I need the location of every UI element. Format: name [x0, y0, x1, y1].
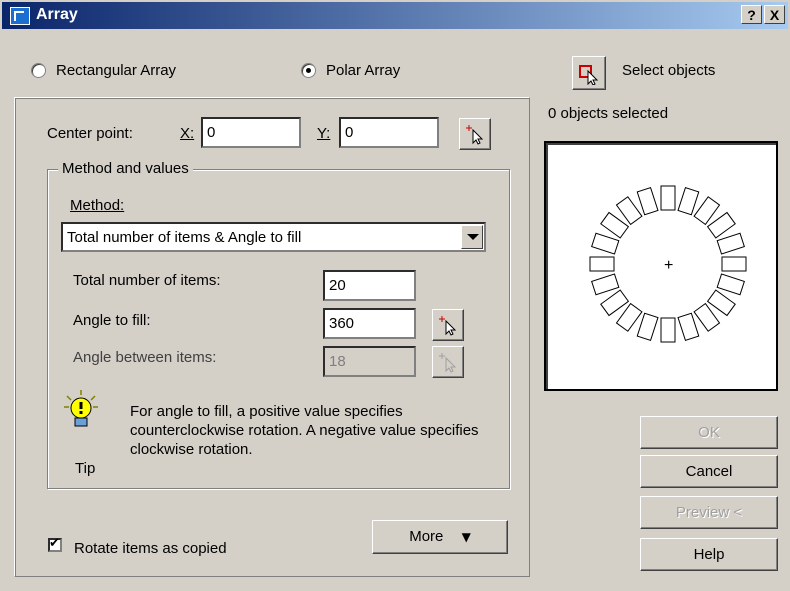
polar-array-label: Polar Array — [326, 62, 401, 79]
preview-array-item — [677, 312, 700, 341]
angle-fill-label: Angle to fill: — [73, 312, 151, 329]
lightbulb-icon — [64, 390, 98, 427]
preview-array-item — [660, 317, 676, 343]
preview-array-item — [721, 256, 747, 272]
more-button-label: More — [409, 528, 444, 545]
preview-array-item — [716, 273, 745, 296]
more-button[interactable]: More ▼ — [372, 520, 508, 554]
preview-button: Preview < — [640, 496, 778, 529]
center-y-input[interactable]: 0 — [339, 117, 439, 148]
tip-label: Tip — [75, 460, 96, 477]
help-dialog-button[interactable]: Help — [640, 538, 778, 571]
select-objects-icon — [579, 65, 599, 85]
total-items-input[interactable]: 20 — [323, 270, 416, 301]
angle-between-label: Angle between items: — [73, 349, 217, 366]
total-items-label: Total number of items: — [73, 272, 221, 289]
preview-array-item — [636, 187, 659, 216]
rectangular-array-label: Rectangular Array — [56, 62, 177, 79]
rotate-items-label: Rotate items as copied — [74, 540, 227, 557]
cancel-button[interactable]: Cancel — [640, 455, 778, 488]
select-objects-button[interactable] — [572, 56, 606, 90]
preview-array-item — [591, 273, 620, 296]
select-objects-label: Select objects — [622, 62, 716, 79]
title-bar: Array ? X — [2, 2, 788, 29]
pick-cursor-icon — [439, 316, 457, 336]
pick-angle-between-button — [432, 346, 464, 378]
rotate-items-checkbox[interactable] — [48, 536, 62, 552]
radio-circle-icon — [31, 63, 46, 78]
method-label: Method: — [70, 197, 125, 214]
preview-array-item — [589, 256, 615, 272]
pick-cursor-icon — [466, 125, 484, 145]
pick-center-point-button[interactable] — [459, 118, 491, 150]
double-chevron-down-icon: ▼ — [461, 530, 471, 544]
rectangular-array-radio[interactable]: Rectangular Array — [31, 62, 176, 79]
method-dropdown-value: Total number of items & Angle to fill — [67, 229, 302, 246]
method-dropdown[interactable]: Total number of items & Angle to fill — [61, 222, 486, 252]
help-button[interactable]: ? — [741, 5, 762, 24]
polar-array-preview-graphic: + — [589, 185, 747, 343]
objects-selected-count: 0 objects selected — [548, 105, 669, 122]
pick-cursor-disabled-icon — [439, 353, 457, 373]
x-label: X: — [180, 125, 195, 142]
tip-text: For angle to fill, a positive value spec… — [130, 403, 479, 458]
center-x-input[interactable]: 0 — [201, 117, 301, 148]
angle-between-input: 18 — [323, 346, 416, 377]
preview-array-item — [636, 312, 659, 341]
center-point-label: Center point: — [47, 125, 133, 142]
chevron-down-icon[interactable] — [461, 225, 483, 249]
preview-array-item — [660, 185, 676, 211]
close-button[interactable]: X — [764, 5, 785, 24]
array-preview: + — [544, 141, 778, 391]
window-title: Array — [36, 6, 78, 23]
ok-button: OK — [640, 416, 778, 449]
pick-angle-fill-button[interactable] — [432, 309, 464, 341]
polar-array-radio[interactable]: Polar Array — [301, 62, 400, 79]
array-dialog: Array ? X Rectangular Array Polar Array … — [0, 0, 790, 591]
preview-array-item — [677, 187, 700, 216]
y-label: Y: — [317, 125, 331, 142]
preview-array-item — [716, 232, 745, 255]
array-app-icon — [10, 7, 30, 25]
method-values-legend: Method and values — [58, 160, 193, 177]
preview-array-item — [591, 232, 620, 255]
radio-selected-icon — [301, 63, 316, 78]
center-marker: + — [664, 257, 673, 274]
angle-fill-input[interactable]: 360 — [323, 308, 416, 339]
